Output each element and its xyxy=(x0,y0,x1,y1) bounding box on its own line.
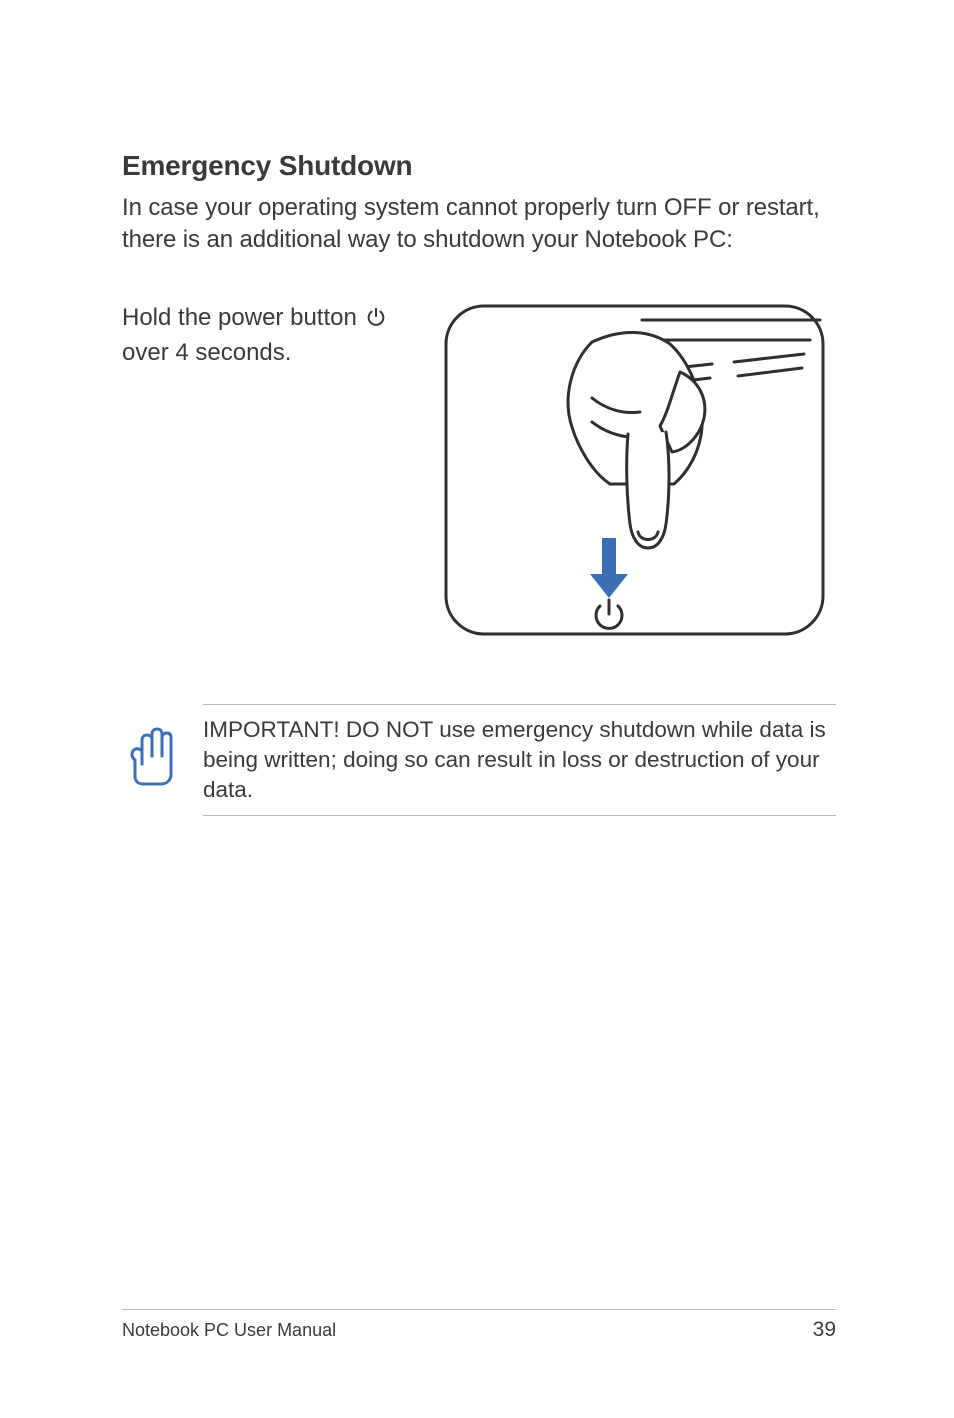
important-note-block: IMPORTANT! DO NOT use emergency shutdown… xyxy=(122,704,836,816)
footer-page-number: 39 xyxy=(813,1318,836,1342)
page-footer: Notebook PC User Manual 39 xyxy=(122,1309,836,1342)
document-page: Emergency Shutdown In case your operatin… xyxy=(0,0,954,1418)
instruction-row: Hold the power button over 4 seconds. xyxy=(122,302,836,638)
power-icon xyxy=(365,305,387,337)
instruction-text-post: over 4 seconds. xyxy=(122,339,291,366)
intro-paragraph: In case your operating system cannot pro… xyxy=(122,192,836,256)
figure-column xyxy=(442,302,836,638)
instruction-column: Hold the power button over 4 seconds. xyxy=(122,302,434,638)
important-note-text: IMPORTANT! DO NOT use emergency shutdown… xyxy=(203,715,836,805)
instruction-text: Hold the power button over 4 seconds. xyxy=(122,302,434,369)
press-power-illustration xyxy=(442,302,827,638)
important-note-body: IMPORTANT! DO NOT use emergency shutdown… xyxy=(203,704,836,816)
footer-doc-title: Notebook PC User Manual xyxy=(122,1320,336,1341)
important-hand-icon xyxy=(122,704,179,816)
instruction-text-pre: Hold the power button xyxy=(122,304,364,331)
section-heading: Emergency Shutdown xyxy=(122,150,836,182)
